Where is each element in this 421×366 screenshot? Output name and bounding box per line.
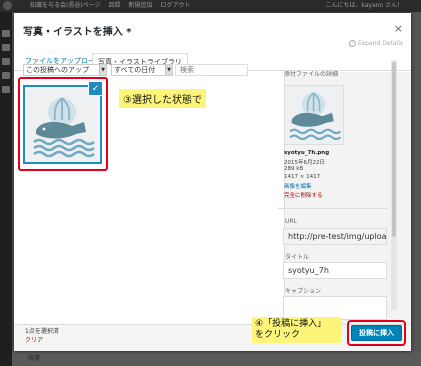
annotation-click-line-1: ④「投稿に挿入」 bbox=[255, 319, 327, 329]
media-search-input[interactable] bbox=[175, 64, 248, 76]
admin-sidebar-menu bbox=[0, 12, 12, 366]
selection-highlight-frame bbox=[18, 77, 108, 171]
attachment-dimensions: 1417 × 1417 bbox=[284, 174, 321, 180]
menu-pages-icon[interactable] bbox=[2, 58, 10, 65]
date-filter-value: すべての日付 bbox=[114, 66, 156, 74]
wordpress-logo-icon[interactable] bbox=[3, 1, 12, 10]
admin-bar-item[interactable]: 新規追加 bbox=[128, 2, 152, 9]
attachment-type-filter[interactable]: この投稿へのアップ ▼ bbox=[23, 64, 107, 76]
annotation-click-step: ④「投稿に挿入」 をクリック bbox=[252, 317, 341, 343]
expand-details-link[interactable]: ‹ Expand Details bbox=[348, 40, 403, 47]
editor-toolbar: 段落 bbox=[12, 352, 421, 366]
chevron-down-icon: ▼ bbox=[165, 65, 172, 75]
attachment-details-heading: 添付ファイルの詳細 bbox=[284, 71, 339, 78]
annotation-selected-state: ③選択した状態で bbox=[119, 89, 206, 108]
url-label: URL bbox=[285, 218, 297, 225]
menu-comments-icon[interactable] bbox=[2, 72, 10, 79]
edit-image-link[interactable]: 画像を編集 bbox=[284, 182, 312, 190]
details-divider bbox=[278, 208, 388, 209]
attachment-type-filter-value: この投稿へのアップ bbox=[26, 66, 89, 74]
admin-bar-item[interactable]: ログアウト bbox=[160, 2, 190, 9]
expand-icon: ‹ bbox=[348, 40, 356, 47]
insert-button-highlight-frame bbox=[347, 320, 406, 346]
close-icon[interactable]: × bbox=[394, 22, 403, 35]
menu-media-icon[interactable] bbox=[2, 44, 10, 51]
attachment-filename: syotyu_7h.png bbox=[284, 150, 330, 156]
date-filter[interactable]: すべての日付 ▼ bbox=[111, 64, 173, 76]
menu-appearance-icon[interactable] bbox=[2, 86, 10, 93]
delete-permanently-link[interactable]: 完全に削除する bbox=[284, 191, 323, 199]
attachment-filesize: 289 kB bbox=[284, 166, 304, 172]
title-field[interactable]: syotyu_7h bbox=[283, 262, 387, 279]
url-field[interactable]: http://pre-test/img/upload bbox=[283, 228, 387, 245]
admin-greeting[interactable]: こんにちは、kayano さん！ bbox=[325, 0, 403, 12]
paragraph-format-select[interactable]: 段落 bbox=[28, 355, 40, 362]
title-label: タイトル bbox=[285, 254, 310, 261]
selection-count: 1点を選択済 bbox=[25, 328, 59, 335]
admin-bar-item[interactable]: 知識を与る会(長谷)ページ bbox=[30, 2, 101, 9]
admin-bar-item[interactable]: 目録 bbox=[108, 2, 120, 9]
modal-title: 写真・イラストを挿入 * bbox=[23, 27, 132, 38]
expand-details-label: Expand Details bbox=[357, 40, 403, 47]
chevron-down-icon: ▼ bbox=[99, 65, 106, 75]
menu-pin-icon[interactable] bbox=[2, 30, 10, 37]
admin-bar-menu: 知識を与る会(長谷)ページ 目録 新規追加 ログアウト bbox=[30, 0, 196, 12]
clear-selection-link[interactable]: クリア bbox=[25, 335, 43, 344]
attachment-date: 2015年6月22日 bbox=[284, 160, 325, 166]
caption-label: キャプション bbox=[285, 288, 322, 295]
detail-preview-image bbox=[284, 85, 344, 145]
admin-bar: 知識を与る会(長谷)ページ 目録 新規追加 ログアウト こんにちは、kayano… bbox=[0, 0, 421, 12]
sidebar-scrollbar-thumb[interactable] bbox=[392, 62, 396, 237]
annotation-click-line-2: をクリック bbox=[255, 330, 301, 340]
